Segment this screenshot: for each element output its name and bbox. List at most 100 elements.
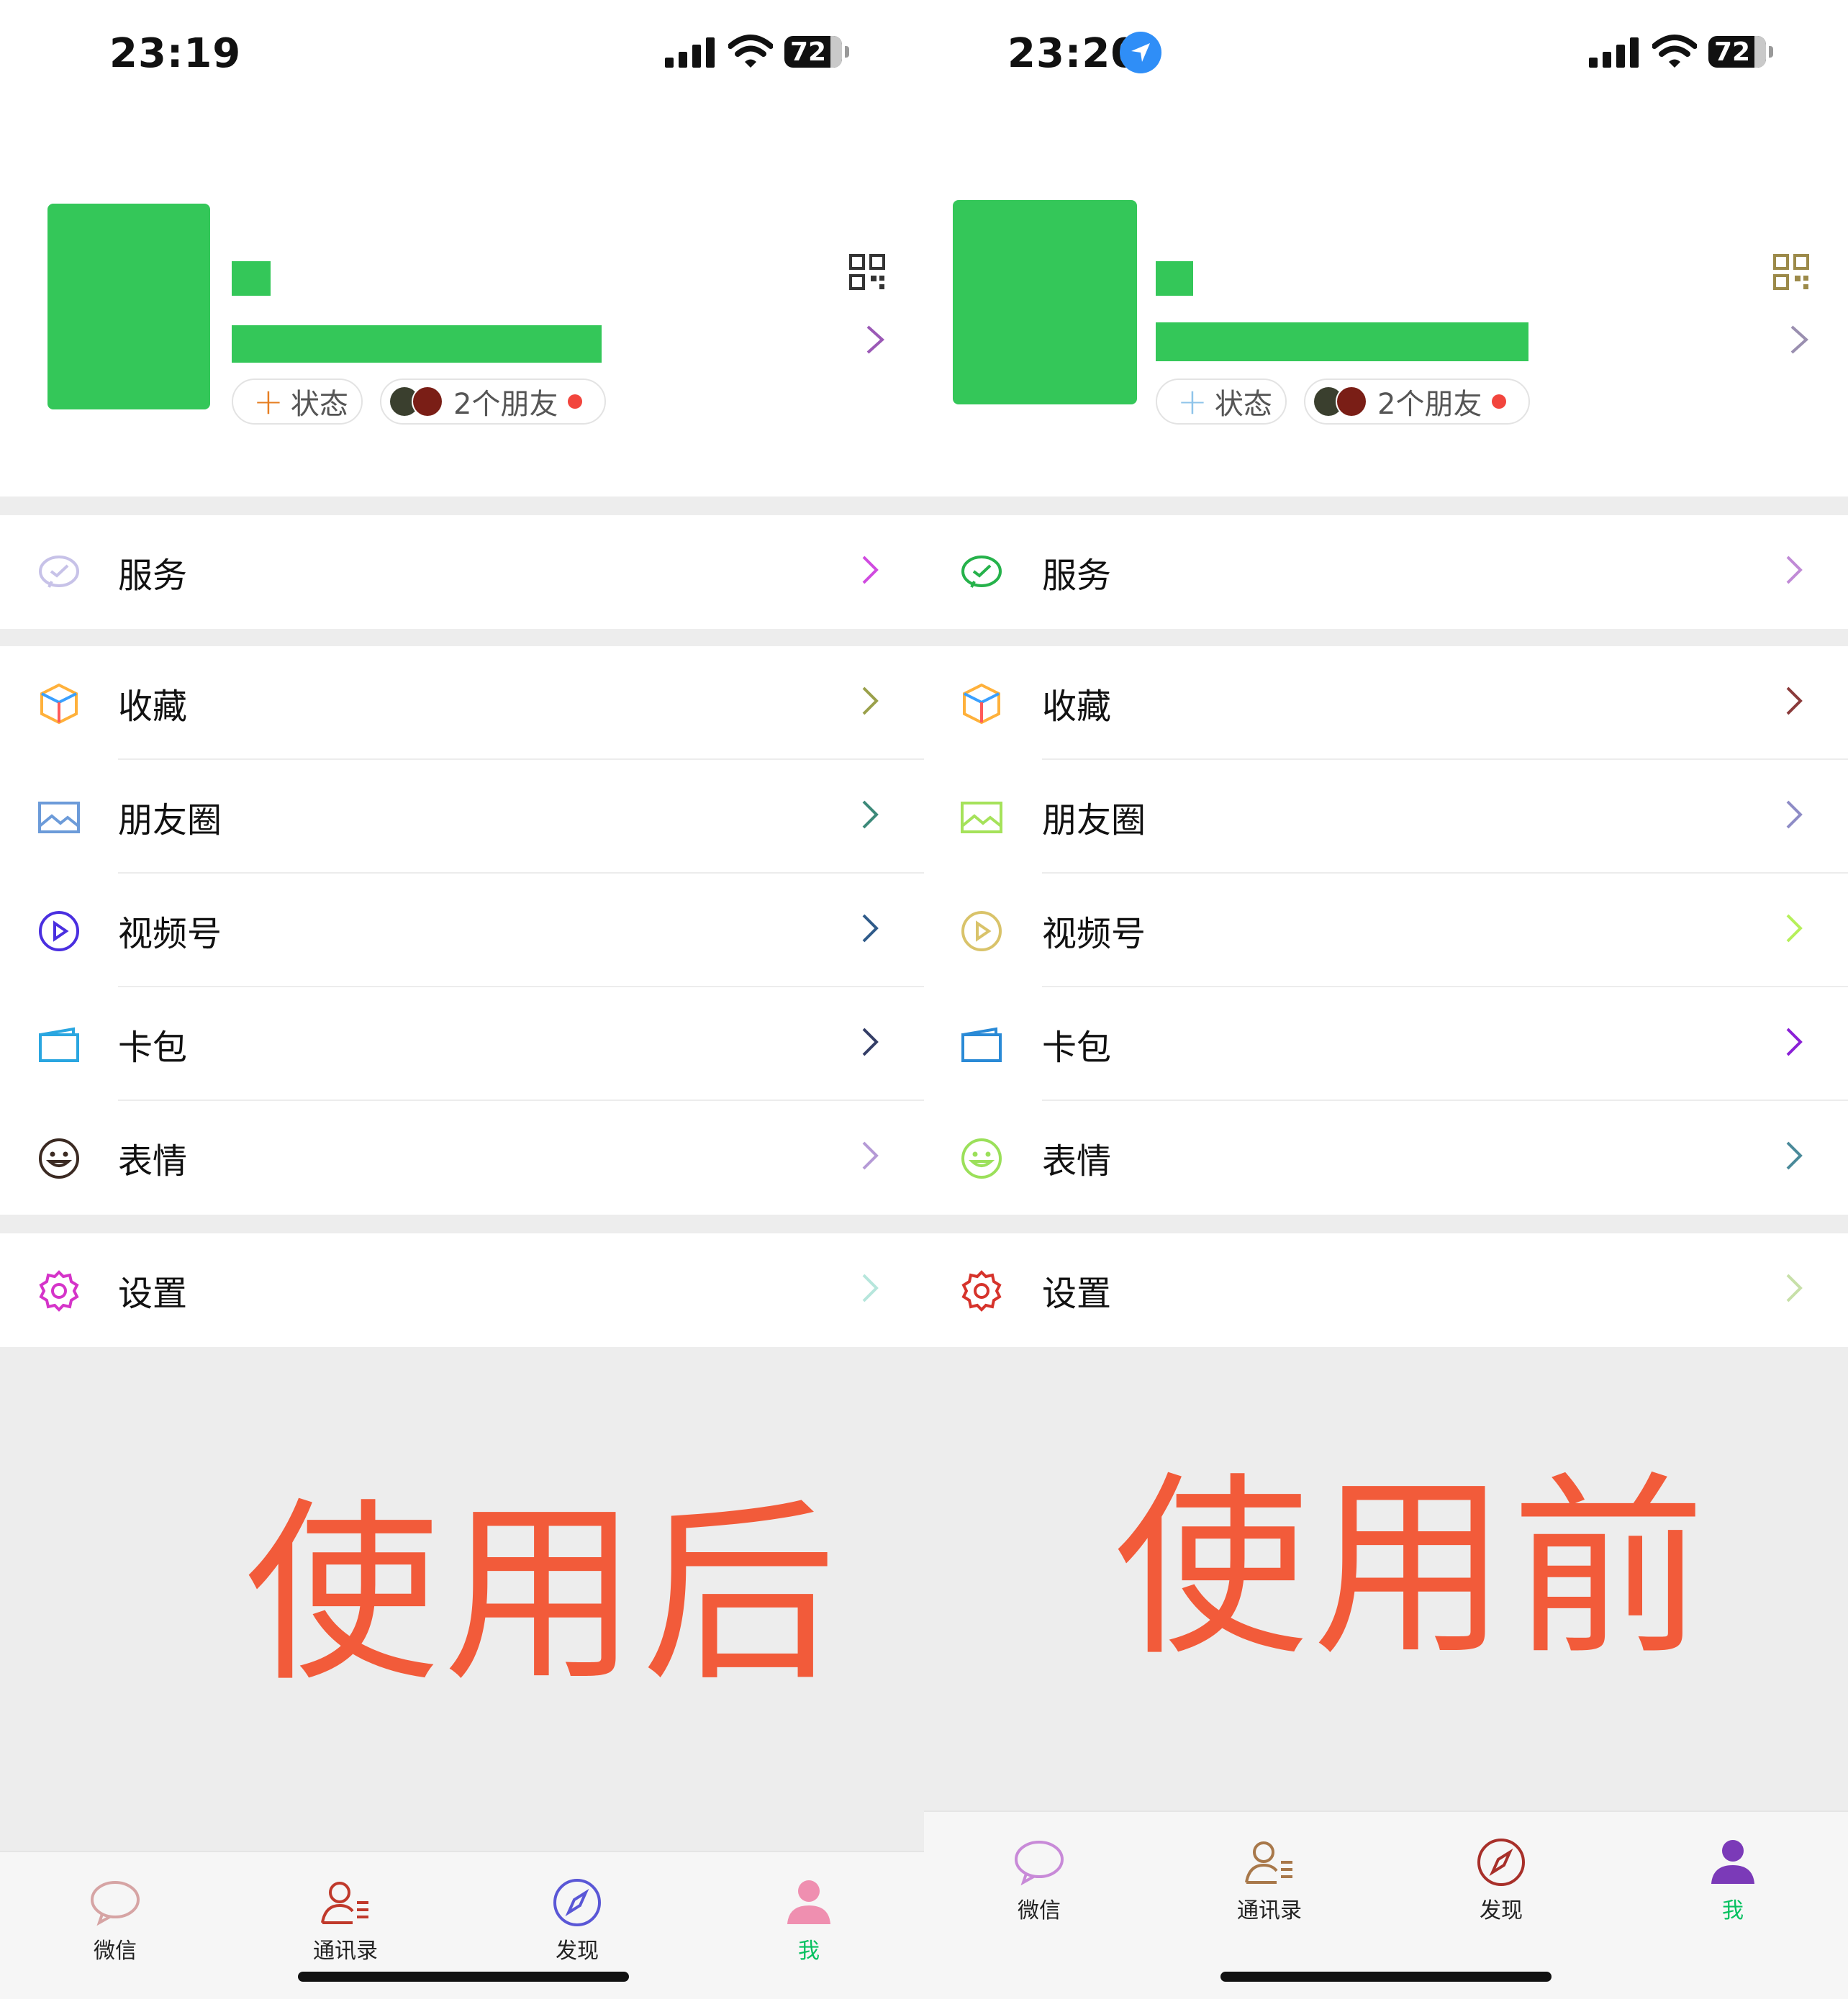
unread-dot <box>568 394 583 409</box>
status-time: 23:19 <box>109 30 242 77</box>
redacted-nickname <box>1156 261 1193 296</box>
menu-item-channels[interactable]: 视频号 <box>0 874 924 987</box>
settings-gear-icon <box>39 1270 79 1312</box>
menu-item-channels[interactable]: 视频号 <box>924 874 1848 987</box>
settings-group: 设置 <box>924 1233 1848 1347</box>
menu-item-moments[interactable]: 朋友圈 <box>924 760 1848 874</box>
discover-compass-icon <box>1477 1839 1525 1886</box>
chevron-right-icon <box>862 1141 879 1170</box>
friends-pill[interactable]: 2个朋友 <box>1304 379 1530 425</box>
contacts-icon <box>321 1882 368 1924</box>
menu-item-services[interactable]: 服务 <box>0 515 924 629</box>
menu-item-settings[interactable]: 设置 <box>924 1233 1848 1347</box>
battery-level: 72 <box>790 37 827 67</box>
main-menu-group: 收藏 朋友圈 视频号 卡包 表情 <box>924 646 1848 1215</box>
redacted-wechat-id <box>1156 322 1528 361</box>
menu-item-favorites[interactable]: 收藏 <box>0 646 924 760</box>
chevron-right-icon <box>862 800 879 829</box>
chevron-right-icon <box>1786 686 1803 715</box>
plus-icon: + <box>1177 381 1208 422</box>
location-arrow-icon <box>1120 32 1161 73</box>
home-indicator[interactable] <box>298 1972 629 1982</box>
battery-icon: 72 <box>784 36 842 68</box>
friend-avatar <box>1336 386 1367 417</box>
cards-wallet-icon <box>961 1027 1002 1062</box>
home-indicator[interactable] <box>1220 1972 1552 1982</box>
comparison-screenshot: 23:19 72 + 状态 2个朋友 服务 收藏 朋友圈 视频号 卡包 表情 设… <box>0 0 1848 1999</box>
status-bar: 23:20 72 <box>924 0 1848 108</box>
menu-item-cards[interactable]: 卡包 <box>924 987 1848 1101</box>
services-icon <box>39 556 79 588</box>
menu-item-stickers[interactable]: 表情 <box>924 1101 1848 1215</box>
main-menu-group: 收藏 朋友圈 视频号 卡包 表情 <box>0 646 924 1215</box>
favorites-cube-icon <box>963 683 1000 725</box>
menu-item-moments[interactable]: 朋友圈 <box>0 760 924 874</box>
chevron-right-icon <box>862 686 879 715</box>
wifi-icon <box>728 35 773 68</box>
contacts-icon <box>1245 1841 1292 1884</box>
cards-wallet-icon <box>39 1027 79 1062</box>
moments-image-icon <box>38 802 80 833</box>
tab-chats[interactable]: 微信 <box>982 1836 1097 1924</box>
right-phone-screen: 23:20 72 + 状态 2个朋友 服务 收藏 朋友圈 视频号 卡包 表情 设… <box>924 0 1848 1999</box>
tab-chats[interactable]: 微信 <box>58 1877 173 1964</box>
redacted-nickname <box>232 261 271 296</box>
profile-header[interactable]: + 状态 2个朋友 <box>924 108 1848 497</box>
chevron-right-icon[interactable] <box>1789 324 1809 355</box>
chevron-right-icon <box>1786 1141 1803 1170</box>
chats-bubble-icon <box>91 1881 140 1926</box>
tab-bar: 微信 通讯录 发现 我 <box>924 1810 1848 1999</box>
menu-item-stickers[interactable]: 表情 <box>0 1101 924 1215</box>
tab-me[interactable]: 我 <box>751 1877 866 1964</box>
qr-code-icon[interactable] <box>1773 254 1809 290</box>
status-pill[interactable]: + 状态 <box>232 379 363 425</box>
status-pill[interactable]: + 状态 <box>1156 379 1287 425</box>
after-caption: 使用后 <box>245 1481 841 1708</box>
friend-avatar <box>412 386 443 417</box>
favorites-cube-icon <box>40 683 78 725</box>
menu-item-settings[interactable]: 设置 <box>0 1233 924 1347</box>
avatar[interactable] <box>47 204 210 409</box>
signal-icon <box>1589 37 1639 68</box>
chevron-right-icon <box>1786 556 1803 584</box>
profile-header[interactable]: + 状态 2个朋友 <box>0 108 924 497</box>
wifi-icon <box>1652 35 1697 68</box>
left-phone-screen: 23:19 72 + 状态 2个朋友 服务 收藏 朋友圈 视频号 卡包 表情 设… <box>0 0 924 1999</box>
menu-item-cards[interactable]: 卡包 <box>0 987 924 1101</box>
chevron-right-icon <box>862 914 879 943</box>
services-group: 服务 <box>0 515 924 629</box>
friends-pill[interactable]: 2个朋友 <box>380 379 606 425</box>
battery-icon: 72 <box>1708 36 1766 68</box>
unread-dot <box>1492 394 1507 409</box>
chevron-right-icon <box>862 1028 879 1056</box>
stickers-smile-icon <box>961 1138 1002 1179</box>
chevron-right-icon <box>862 1274 879 1302</box>
me-person-icon <box>787 1880 830 1924</box>
chevron-right-icon <box>1786 1274 1803 1302</box>
stickers-smile-icon <box>39 1138 79 1179</box>
signal-icon <box>665 37 715 68</box>
qr-code-icon[interactable] <box>849 254 885 290</box>
chevron-right-icon <box>1786 914 1803 943</box>
moments-image-icon <box>961 802 1002 833</box>
channels-play-icon <box>39 911 79 951</box>
menu-item-favorites[interactable]: 收藏 <box>924 646 1848 760</box>
discover-compass-icon <box>553 1879 601 1926</box>
settings-gear-icon <box>961 1270 1002 1312</box>
channels-play-icon <box>961 911 1002 951</box>
battery-level: 72 <box>1714 37 1751 67</box>
tab-discover[interactable]: 发现 <box>1444 1836 1559 1924</box>
tab-contacts[interactable]: 通讯录 <box>1212 1836 1327 1924</box>
avatar[interactable] <box>953 200 1137 404</box>
menu-item-services[interactable]: 服务 <box>924 515 1848 629</box>
chevron-right-icon[interactable] <box>865 324 885 355</box>
chats-bubble-icon <box>1015 1841 1064 1886</box>
tab-discover[interactable]: 发现 <box>520 1877 635 1964</box>
tab-me[interactable]: 我 <box>1675 1836 1790 1924</box>
chevron-right-icon <box>1786 800 1803 829</box>
before-caption: 使用前 <box>1114 1455 1710 1682</box>
plus-icon: + <box>253 381 284 422</box>
me-person-icon <box>1711 1840 1754 1884</box>
services-group: 服务 <box>924 515 1848 629</box>
tab-contacts[interactable]: 通讯录 <box>288 1877 403 1964</box>
